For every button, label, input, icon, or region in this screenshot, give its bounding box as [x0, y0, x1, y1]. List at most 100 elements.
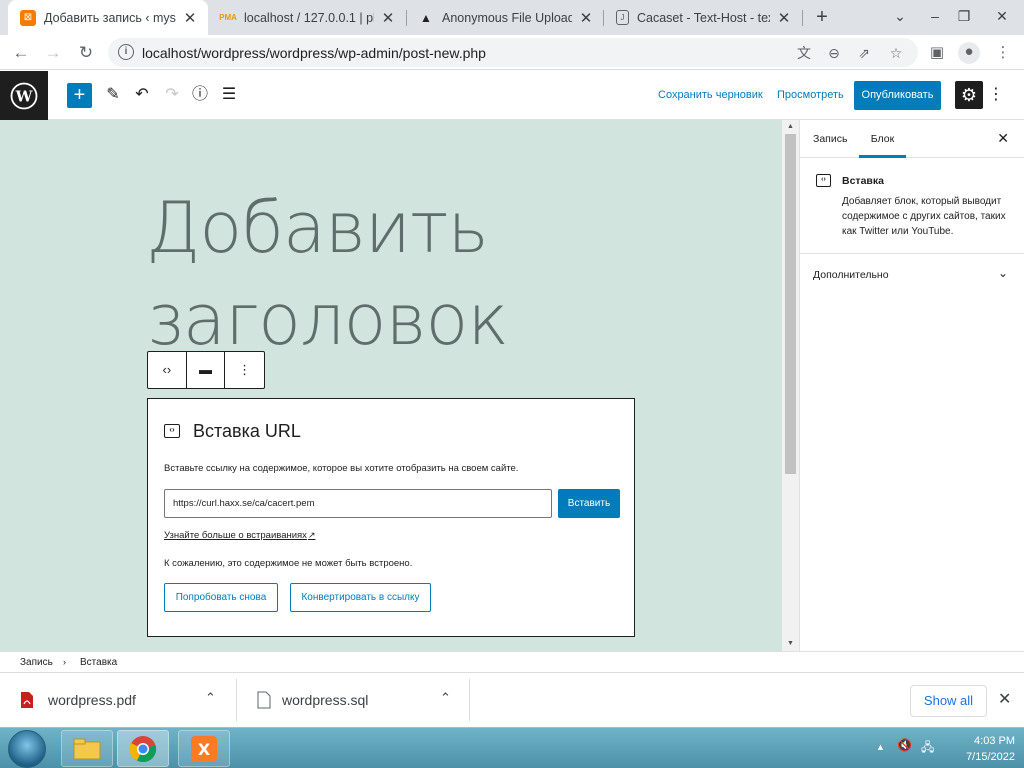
block-toolbar: ‹› ▬ ⋮: [147, 351, 265, 389]
external-link-icon: ↗: [307, 530, 316, 540]
embed-error-message: К сожалению, это содержимое не может быт…: [164, 558, 413, 569]
tab-close-icon[interactable]: ✕: [182, 9, 198, 27]
advanced-panel-toggle[interactable]: Дополнительно: [813, 269, 889, 281]
embed-block-icon: ‹›: [816, 174, 831, 187]
xampp-icon[interactable]: X: [178, 730, 230, 767]
profile-avatar-icon[interactable]: ●: [958, 42, 980, 64]
post-title-input[interactable]: Добавить заголовок: [146, 182, 706, 366]
close-downloads-icon[interactable]: ✕: [998, 689, 1011, 709]
address-url[interactable]: localhost/wordpress/wordpress/wp-admin/p…: [142, 45, 486, 61]
zoom-icon[interactable]: ⊖: [824, 43, 844, 63]
undo-icon[interactable]: ↶: [130, 83, 154, 107]
window-close-icon[interactable]: ✕: [985, 0, 1019, 35]
convert-to-link-button[interactable]: Конвертировать в ссылку: [290, 583, 431, 612]
back-icon[interactable]: ←: [8, 40, 34, 66]
embed-submit-button[interactable]: Вставить: [558, 489, 620, 518]
embed-title: Вставка URL: [193, 421, 301, 441]
scroll-up-icon[interactable]: ▲: [782, 120, 799, 134]
browser-tab-strip: ⊠ Добавить запись ‹ mysit ✕ PMA localhos…: [0, 0, 1024, 35]
file-icon: [257, 691, 271, 709]
breadcrumb-chevron-icon: ›: [63, 657, 66, 667]
editor-canvas: Добавить заголовок ‹› ▬ ⋮ ‹› Вставка URL…: [0, 120, 782, 651]
reload-icon[interactable]: ↻: [73, 40, 99, 66]
browser-menu-icon[interactable]: ⋮: [993, 43, 1013, 63]
restore-icon[interactable]: ❐: [947, 0, 981, 35]
upload-favicon-icon: ▲: [420, 10, 432, 25]
align-icon[interactable]: ▬: [187, 352, 226, 388]
new-tab-button[interactable]: +: [810, 6, 834, 30]
file-explorer-icon[interactable]: [61, 730, 113, 767]
block-card-description: Добавляет блок, который выводит содержим…: [842, 196, 1006, 237]
publish-button[interactable]: Опубликовать: [854, 81, 941, 110]
retry-button[interactable]: Попробовать снова: [164, 583, 278, 612]
show-all-button[interactable]: Show all: [910, 685, 987, 717]
download-filename: wordpress.pdf: [48, 692, 136, 708]
site-info-icon[interactable]: i: [118, 44, 134, 60]
share-icon[interactable]: ⇗: [854, 43, 874, 63]
learn-more-label: Узнайте больше о встраиваниях: [164, 530, 307, 541]
sidebar-divider: [800, 253, 1024, 254]
tab-title: Anonymous File Upload: [442, 10, 572, 25]
settings-gear-icon[interactable]: ⚙: [955, 81, 983, 109]
chevron-up-icon[interactable]: ⌃: [440, 690, 451, 706]
chevron-down-icon[interactable]: ⌄: [998, 266, 1008, 280]
embed-url-input[interactable]: https://curl.haxx.se/ca/cacert.pem: [164, 489, 552, 518]
tab-post[interactable]: Запись: [813, 120, 847, 158]
clock-date: 7/15/2022: [966, 751, 1015, 763]
side-panel-icon[interactable]: ▣: [927, 43, 947, 63]
save-draft-button[interactable]: Сохранить черновик: [658, 89, 763, 101]
redo-icon[interactable]: ↷: [160, 83, 184, 107]
tab-separator: [802, 10, 803, 26]
browser-tab-wordpress[interactable]: ⊠ Добавить запись ‹ mysit ✕: [8, 0, 208, 35]
block-options-icon[interactable]: ⋮: [225, 352, 264, 388]
canvas-scrollbar[interactable]: ▲ ▼: [782, 120, 799, 651]
xampp-favicon-icon: ⊠: [20, 9, 36, 26]
tab-close-icon[interactable]: ✕: [578, 9, 594, 27]
breadcrumb-current: Вставка: [80, 657, 118, 668]
close-sidebar-icon[interactable]: ✕: [997, 130, 1009, 147]
tools-pencil-icon[interactable]: ✎: [101, 83, 125, 107]
tray-expand-icon[interactable]: ▲: [876, 742, 885, 752]
settings-sidebar: Запись Блок ✕ ‹› Вставка Добавляет блок,…: [799, 120, 1024, 651]
tab-close-icon[interactable]: ✕: [776, 9, 792, 27]
tab-close-icon[interactable]: ✕: [380, 9, 396, 27]
learn-more-link[interactable]: Узнайте больше о встраиваниях↗: [164, 530, 315, 541]
list-view-icon[interactable]: ☰: [217, 83, 241, 107]
browser-toolbar: ← → ↻ i localhost/wordpress/wordpress/wp…: [0, 35, 1024, 70]
wordpress-logo-icon[interactable]: W: [0, 71, 48, 120]
tab-block[interactable]: Блок: [859, 120, 906, 158]
chevron-up-icon[interactable]: ⌃: [205, 690, 216, 706]
bookmark-star-icon[interactable]: ☆: [886, 43, 906, 63]
download-item[interactable]: wordpress.pdf ⌃: [0, 679, 237, 721]
sidebar-tabs: Запись Блок ✕: [800, 120, 1024, 158]
details-info-icon[interactable]: ⓘ: [188, 83, 212, 107]
tab-search-icon[interactable]: ⌄: [883, 0, 917, 35]
browser-tab-upload[interactable]: ▲ Anonymous File Upload ✕: [406, 0, 604, 35]
embed-icon: ‹›: [164, 424, 180, 438]
translate-icon[interactable]: 文: [794, 43, 814, 63]
scroll-down-icon[interactable]: ▼: [782, 637, 799, 651]
block-inserter-button[interactable]: +: [67, 83, 92, 108]
browser-tab-cacaset[interactable]: J Cacaset - Text-Host - tex ✕: [604, 0, 802, 35]
preview-button[interactable]: Просмотреть: [777, 89, 844, 101]
embed-instructions: Вставьте ссылку на содержимое, которое в…: [164, 463, 519, 474]
clock-time: 4:03 PM: [974, 735, 1015, 747]
address-bar[interactable]: i localhost/wordpress/wordpress/wp-admin…: [108, 38, 918, 67]
breadcrumb-root[interactable]: Запись: [20, 657, 53, 668]
network-icon[interactable]: 🖧: [921, 738, 934, 759]
embed-block: ‹› Вставка URL Вставьте ссылку на содерж…: [147, 398, 635, 637]
chrome-icon[interactable]: [117, 730, 169, 767]
browser-tab-phpmyadmin[interactable]: PMA localhost / 127.0.0.1 | php ✕: [208, 0, 406, 35]
volume-muted-icon[interactable]: 🔇: [897, 738, 912, 752]
pdf-file-icon: [21, 692, 33, 708]
block-card-title: Вставка: [842, 175, 884, 187]
system-clock[interactable]: 4:03 PM 7/15/2022: [945, 733, 1015, 765]
tab-title: localhost / 127.0.0.1 | php: [244, 10, 374, 25]
embed-block-type-icon[interactable]: ‹›: [148, 352, 187, 388]
start-button-icon[interactable]: [8, 730, 46, 768]
forward-icon[interactable]: →: [40, 40, 66, 66]
block-breadcrumb: Запись › Вставка: [0, 651, 1024, 672]
download-item[interactable]: wordpress.sql ⌃: [237, 679, 470, 721]
scroll-thumb[interactable]: [785, 134, 796, 474]
options-more-icon[interactable]: ⋮: [988, 83, 1004, 107]
